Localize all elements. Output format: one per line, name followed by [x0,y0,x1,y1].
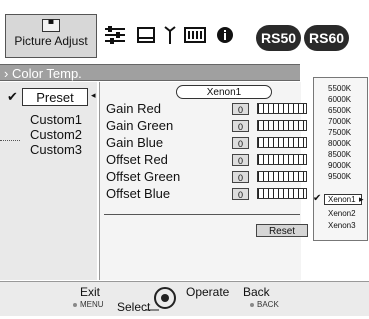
display-setup-icon[interactable] [184,24,206,46]
offset-blue-slider[interactable] [257,188,307,199]
back-key-hint: BACK [250,300,279,309]
gain-red-slider[interactable] [257,103,307,114]
option-9000k[interactable]: 9000K [328,161,351,170]
gain-green-value: 0 [232,120,249,132]
tab-picture-adjust[interactable]: ▀ Picture Adjust [5,14,97,58]
gain-blue-label: Gain Blue [106,135,164,150]
option-9500k[interactable]: 9500K [328,172,351,181]
offset-red-value: 0 [232,154,249,166]
option-6000k[interactable]: 6000K [328,95,351,104]
custom1-item[interactable]: Custom1 [30,112,82,127]
page-title-text: Color Temp. [11,66,82,81]
option-8000k[interactable]: 8000K [328,139,351,148]
gain-red-label: Gain Red [106,101,161,116]
exit-label: Exit [80,285,101,299]
screen-icon[interactable] [135,24,157,46]
offset-red-slider[interactable] [257,154,307,165]
selected-check-icon: ✔ [313,193,322,204]
dpad-icon [145,284,185,319]
rs50-badge: RS50 [256,25,302,51]
offset-green-value: 0 [232,171,249,183]
offset-green-slider[interactable] [257,171,307,182]
preset-item[interactable]: Preset [22,88,88,106]
sliders-icon[interactable] [104,24,126,46]
option-8500k[interactable]: 8500K [328,150,351,159]
custom3-item[interactable]: Custom3 [30,142,82,157]
checkmark-icon: ✔ [7,89,18,104]
menu-key-label: MENU [80,300,104,309]
page-title: › Color Temp. [0,64,300,81]
offset-red-label: Offset Red [106,152,168,167]
option-7500k[interactable]: 7500K [328,128,351,137]
gain-blue-slider[interactable] [257,137,307,148]
gain-green-slider[interactable] [257,120,307,131]
menu-key-hint: MENU [73,300,104,309]
gain-red-value: 0 [232,103,249,115]
arrow-right-icon: ▸ [359,194,364,204]
option-6500k[interactable]: 6500K [328,106,351,115]
operate-label: Operate [186,285,230,299]
preset-label: Preset [36,90,74,105]
option-xenon3[interactable]: Xenon3 [328,221,356,230]
option-5500k[interactable]: 5500K [328,84,351,93]
info-icon[interactable] [214,24,236,46]
offset-blue-value: 0 [232,188,249,200]
option-xenon1-selected[interactable]: Xenon1 [324,194,362,205]
rs60-badge: RS60 [304,25,350,51]
reset-button[interactable]: Reset [256,224,308,237]
back-dot-icon [250,302,254,307]
gain-blue-value: 0 [232,137,249,149]
dotted-divider [0,140,20,142]
menu-dot-icon [73,302,77,307]
option-xenon2[interactable]: Xenon2 [328,209,356,218]
picture-icon: ▀ [42,19,60,32]
tab-picture-adjust-label: Picture Adjust [14,34,88,48]
option-7000k[interactable]: 7000K [328,117,351,126]
installation-icon[interactable] [159,24,181,46]
back-label: Back [243,285,270,299]
offset-green-label: Offset Green [106,169,181,184]
divider [104,214,300,215]
offset-blue-label: Offset Blue [106,186,171,201]
back-key-label: BACK [257,300,279,309]
gain-green-label: Gain Green [106,118,174,133]
arrow-left-icon: ◂ [91,90,96,100]
custom2-item[interactable]: Custom2 [30,127,82,142]
current-preset-value[interactable]: Xenon1 [176,85,272,99]
